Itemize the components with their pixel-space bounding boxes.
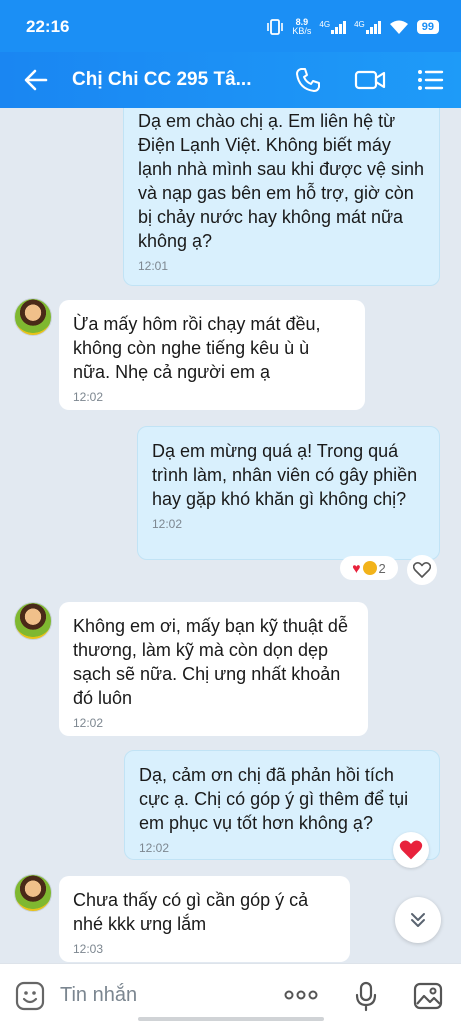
message-text: Dạ em chào chị ạ. Em liên hệ từ Điện Lạn… (138, 111, 425, 251)
vibrate-icon (267, 19, 284, 35)
heart-reaction-button[interactable] (393, 832, 429, 868)
double-chevron-down-icon (411, 913, 425, 927)
emoji-reaction-icon (362, 561, 377, 575)
scroll-to-bottom-button[interactable] (395, 897, 441, 943)
home-indicator (138, 1017, 324, 1021)
microphone-icon[interactable] (353, 980, 379, 1012)
message-time: 12:02 (139, 841, 170, 855)
signal-icon (331, 20, 347, 34)
back-arrow-icon[interactable] (22, 66, 50, 94)
like-button[interactable] (407, 555, 437, 585)
net-speed: 8.9 KB/s (292, 18, 311, 36)
message-text: Chưa thấy có gì cần góp ý cả nhé kkk ưng… (73, 890, 309, 934)
message-incoming[interactable]: Không em ơi, mấy bạn kỹ thuật dễ thương,… (59, 602, 368, 736)
message-outgoing[interactable]: Dạ em chào chị ạ. Em liên hệ từ Điện Lạn… (123, 108, 440, 286)
net-speed-unit: KB/s (292, 26, 312, 36)
sticker-icon[interactable] (14, 980, 46, 1012)
status-time: 22:16 (26, 17, 70, 36)
wifi-icon (389, 20, 408, 34)
phone-call-icon[interactable] (294, 66, 322, 94)
reaction-count: 2 (378, 560, 386, 576)
reaction-summary[interactable]: ♥ 2 (340, 556, 398, 580)
network-4g-2: 4G (354, 20, 381, 34)
more-options-icon[interactable] (283, 989, 319, 1001)
signal-icon (365, 20, 381, 34)
message-outgoing[interactable]: Dạ em mừng quá ạ! Trong quá trình làm, n… (137, 426, 440, 560)
chat-header: Chị Chi CC 295 Tâ... (0, 52, 461, 108)
contact-avatar[interactable] (14, 874, 52, 912)
message-text: Dạ, cảm ơn chị đã phản hồi tích cực ạ. C… (139, 765, 409, 833)
status-bar: 22:16 8.9 KB/s 4G 4G 99 (0, 0, 461, 52)
message-input-bar: Tin nhắn (0, 963, 461, 1024)
message-time: 12:02 (73, 390, 104, 404)
contact-avatar[interactable] (14, 602, 52, 640)
message-time: 12:02 (152, 517, 183, 531)
message-time: 12:01 (138, 259, 169, 273)
network-4g-1: 4G (319, 20, 347, 34)
message-incoming[interactable]: Chưa thấy có gì cần góp ý cả nhé kkk ưng… (59, 876, 350, 962)
contact-avatar[interactable] (14, 298, 52, 336)
message-text: Không em ơi, mấy bạn kỹ thuật dễ thương,… (73, 616, 348, 708)
message-time: 12:02 (73, 716, 104, 730)
message-text: Ừa mấy hôm rồi chạy mát đều, không còn n… (73, 314, 321, 382)
heart-outline-icon (413, 562, 431, 578)
network-label: 4G (319, 20, 331, 29)
message-input[interactable]: Tin nhắn (60, 984, 137, 1007)
message-incoming[interactable]: Ừa mấy hôm rồi chạy mát đều, không còn n… (59, 300, 365, 410)
heart-icon (399, 840, 423, 860)
menu-list-icon[interactable] (416, 66, 444, 94)
message-list[interactable]: Dạ em chào chị ạ. Em liên hệ từ Điện Lạn… (0, 108, 461, 963)
message-outgoing[interactable]: Dạ, cảm ơn chị đã phản hồi tích cực ạ. C… (124, 750, 440, 860)
network-label: 4G (354, 20, 365, 29)
message-time: 12:03 (73, 942, 104, 956)
image-gallery-icon[interactable] (412, 980, 444, 1012)
video-call-icon[interactable] (354, 66, 386, 94)
status-icons: 8.9 KB/s 4G 4G 99 (266, 18, 439, 36)
battery-icon: 99 (416, 20, 439, 34)
chat-title[interactable]: Chị Chi CC 295 Tâ... (72, 69, 251, 91)
message-text: Dạ em mừng quá ạ! Trong quá trình làm, n… (152, 441, 418, 509)
heart-reaction-icon: ♥ (352, 560, 361, 576)
